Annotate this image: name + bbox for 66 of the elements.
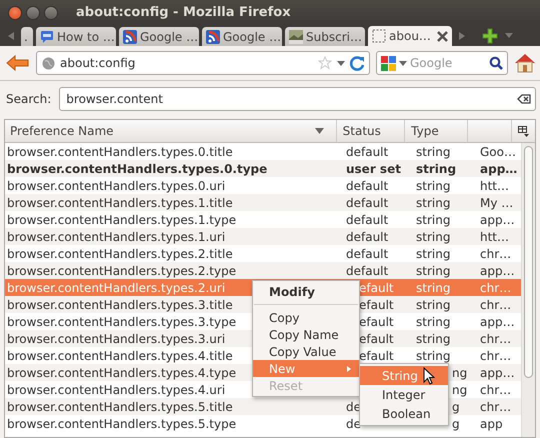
- table-cell-text: chr…: [480, 280, 512, 294]
- table-cell: string: [416, 212, 450, 226]
- table-cell: string: [416, 314, 450, 328]
- table-cell: string: [416, 144, 450, 158]
- table-cell-text: browser.contentHandlers.types.2.uri: [6, 280, 226, 294]
- table-cell: string: [416, 178, 450, 192]
- table-cell-text: browser.contentHandlers.types.0.type: [6, 162, 268, 176]
- table-cell-text: chr…: [480, 348, 512, 362]
- window-title: about:config - Mozilla Firefox: [76, 5, 291, 20]
- table-cell: string: [416, 246, 450, 260]
- table-cell: string: [416, 162, 456, 176]
- table-cell-text: browser.contentHandlers.types.1.title: [6, 196, 233, 210]
- table-cell-text: chr…: [480, 246, 512, 260]
- table-cell: string: [416, 332, 450, 346]
- table-cell-text: browser.contentHandlers.types.0.title: [6, 144, 233, 158]
- table-cell-text: browser.contentHandlers.types.0.uri: [6, 178, 226, 192]
- table-cell: efault: [359, 298, 394, 312]
- table-cell-text: chr…: [480, 382, 512, 396]
- table-cell: efault: [359, 280, 394, 294]
- table-cell-text: htt…: [480, 178, 510, 192]
- table-cell-text: browser.contentHandlers.types.3.title: [6, 298, 233, 312]
- table-cell: string: [416, 230, 450, 244]
- table-cell-text: browser.contentHandlers.types.1.uri: [6, 230, 226, 244]
- table-cell: string: [416, 348, 450, 362]
- table-cell: string: [416, 264, 450, 278]
- table-cell: default: [346, 178, 388, 192]
- table-cell: default: [346, 144, 388, 158]
- table-cell: string: [416, 196, 450, 210]
- table-cell: string: [416, 280, 450, 294]
- table-cell-text: browser.contentHandlers.types.4.type: [6, 366, 236, 380]
- table-cell: default: [346, 212, 388, 226]
- table-cell-text: app: [480, 416, 504, 430]
- table-cell-text: app…: [480, 212, 516, 226]
- table-cell: default: [346, 196, 388, 210]
- table-cell-text: browser.contentHandlers.types.2.title: [6, 246, 233, 260]
- table-cell: ng: [452, 382, 468, 396]
- table-cell-text: Goo…: [480, 144, 517, 158]
- table-cell-text: chr…: [480, 400, 512, 414]
- table-cell: ng: [452, 366, 468, 380]
- table-cell: app…: [480, 162, 518, 176]
- table-cell: efault: [359, 348, 394, 362]
- table-cell-text: browser.contentHandlers.types.4.title: [6, 348, 233, 362]
- table-cell-text: My …: [480, 196, 514, 210]
- table-cell-text: browser.contentHandlers.types.1.type: [6, 212, 236, 226]
- table-cell-text: browser.contentHandlers.types.5.title: [6, 400, 233, 414]
- table-cell: g: [452, 416, 460, 430]
- table-cell-text: browser.contentHandlers.types.2.type: [6, 264, 236, 278]
- table-cell: default: [346, 246, 388, 260]
- table-cell: efault: [359, 314, 394, 328]
- table-cell: user set: [346, 162, 401, 176]
- table-cell: string: [416, 298, 450, 312]
- table-cell: default: [346, 230, 388, 244]
- table-cell: default: [346, 264, 388, 278]
- table-cell-text: htt…: [480, 230, 510, 244]
- table-cell: g: [452, 400, 460, 414]
- table-cell-text: chr…: [480, 332, 512, 346]
- table-cell-text: chr…: [480, 298, 512, 312]
- table-cell-text: browser.contentHandlers.types.4.uri: [6, 382, 226, 396]
- table-cell-text: app…: [480, 264, 516, 278]
- search-label: Search:: [6, 92, 52, 106]
- table-cell-text: app…: [480, 314, 516, 328]
- table-cell-text: browser.contentHandlers.types.5.type: [6, 416, 236, 430]
- table-cell-text: app…: [480, 366, 516, 380]
- table-cell-text: browser.contentHandlers.types.3.type: [6, 314, 236, 328]
- table-cell: efault: [359, 332, 394, 346]
- table-cell-text: browser.contentHandlers.types.3.uri: [6, 332, 226, 346]
